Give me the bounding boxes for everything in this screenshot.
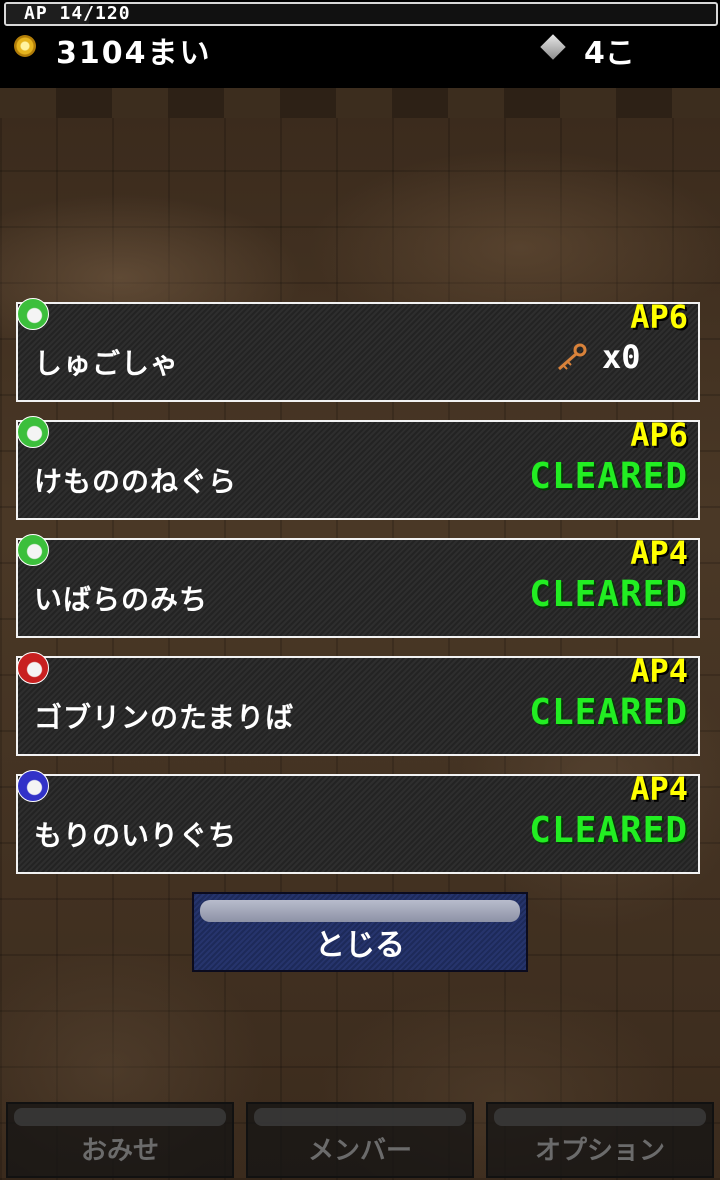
stage-card-goblin-no-tamariba[interactable]: AP4 ゴブリンのたまりば CLEARED: [16, 652, 700, 756]
tab-highlight: [494, 1108, 706, 1126]
red-orb-icon: [17, 652, 49, 684]
key-count: x0: [602, 338, 641, 376]
tab-options[interactable]: オプション: [486, 1102, 714, 1178]
green-orb-icon: [17, 416, 49, 448]
stage-name: もりのいりぐち: [34, 819, 238, 852]
green-orb-icon: [17, 534, 49, 566]
cleared-status: CLEARED: [529, 574, 688, 615]
stage-name: けもののねぐら: [34, 465, 238, 498]
cleared-status: CLEARED: [529, 692, 688, 733]
status-header: AP 14/120 3104まい 4こ: [0, 0, 720, 88]
gem-count: 4こ: [584, 36, 635, 71]
coin-count: 3104まい: [56, 36, 212, 71]
stage-ap-cost: AP6: [630, 416, 688, 454]
tab-highlight: [14, 1108, 226, 1126]
stage-name: いばらのみち: [34, 583, 209, 616]
close-button[interactable]: とじる: [192, 892, 528, 972]
stage-ap-cost: AP4: [630, 652, 688, 690]
stage-name: しゅごしゃ: [34, 347, 180, 380]
ap-label: AP 14/120: [24, 3, 131, 24]
stage-ap-cost: AP4: [630, 534, 688, 572]
tab-shop-label: おみせ: [80, 1136, 159, 1166]
gem-icon: [540, 34, 566, 60]
tab-members-label: メンバー: [307, 1136, 412, 1166]
tab-shop[interactable]: おみせ: [6, 1102, 234, 1178]
stage-card-mori-no-iriguchi[interactable]: AP4 もりのいりぐち CLEARED: [16, 770, 700, 874]
blue-orb-icon: [17, 770, 49, 802]
tab-options-label: オプション: [534, 1136, 665, 1166]
tab-highlight: [254, 1108, 466, 1126]
key-icon: [558, 343, 587, 371]
ap-gauge: AP 14/120: [4, 2, 718, 26]
stage-ap-cost: AP6: [630, 298, 688, 336]
cleared-status: CLEARED: [529, 456, 688, 497]
stage-card-shugosha[interactable]: AP6 しゅごしゃ x0: [16, 298, 700, 402]
cleared-status: CLEARED: [529, 810, 688, 851]
stage-card-ibara-no-michi[interactable]: AP4 いばらのみち CLEARED: [16, 534, 700, 638]
stage-card-kemono-no-negura[interactable]: AP6 けもののねぐら CLEARED: [16, 416, 700, 520]
coin-icon: [14, 35, 36, 57]
green-orb-icon: [17, 298, 49, 330]
close-button-highlight: [200, 900, 520, 922]
tab-members[interactable]: メンバー: [246, 1102, 474, 1178]
stage-name: ゴブリンのたまりば: [34, 701, 295, 734]
close-button-label: とじる: [315, 928, 405, 963]
stage-ap-cost: AP4: [630, 770, 688, 808]
